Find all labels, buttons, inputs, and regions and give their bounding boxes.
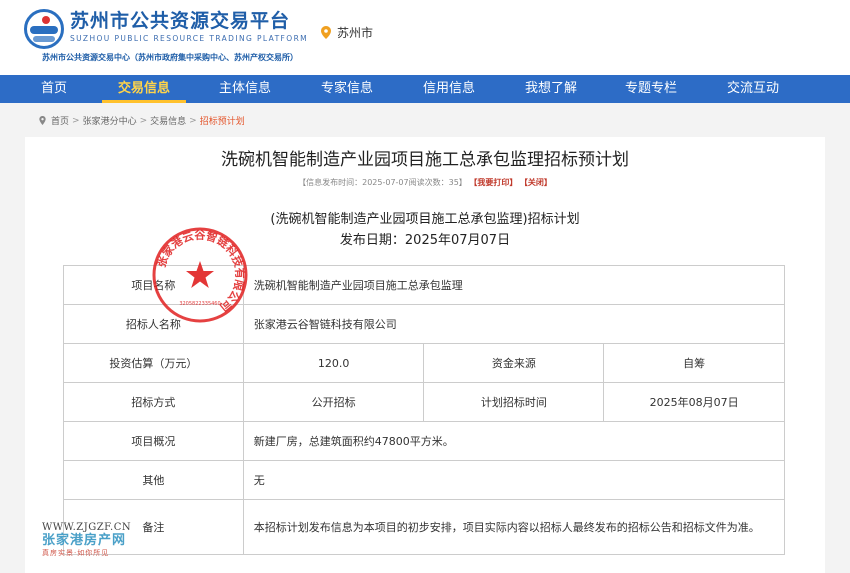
- plan-time-value: 2025年08月07日: [603, 382, 785, 422]
- breadcrumb-branch[interactable]: 张家港分中心: [83, 114, 137, 127]
- close-link[interactable]: 【关闭】: [520, 178, 552, 187]
- other-label: 其他: [63, 460, 244, 500]
- breadcrumb-separator: >: [139, 115, 148, 126]
- nav-item-interaction[interactable]: 交流互动: [716, 75, 790, 103]
- breadcrumb-separator: >: [189, 115, 197, 126]
- site-watermark: WWW.ZJGZF.CN 张家港房产网 真房实景·如你所见: [42, 522, 162, 566]
- watermark-url: WWW.ZJGZF.CN: [42, 522, 132, 533]
- publish-info: 【信息发布时间：2025-07-07阅读次数：35】: [298, 178, 467, 187]
- watermark-slogan: 真房实景·如你所见: [42, 549, 110, 557]
- logo-english-name: SUZHOU PUBLIC RESOURCE TRADING PLATFORM: [70, 34, 309, 43]
- project-name-label: 项目名称: [63, 265, 244, 305]
- tenderer-label: 招标人名称: [63, 304, 244, 344]
- location-icon: [39, 116, 46, 125]
- table-row: 投资估算（万元） 120.0 资金来源 自筹: [63, 343, 785, 383]
- city-selector[interactable]: 苏州市: [321, 24, 373, 41]
- logo-title: 苏州市公共资源交易平台: [70, 10, 291, 32]
- nav-item-home[interactable]: 首页: [24, 75, 84, 103]
- logo-subtitle: 苏州市公共资源交易中心（苏州市政府集中采购中心、苏州产权交易所）: [42, 53, 298, 62]
- project-name-value: 洗碗机智能制造产业园项目施工总承包监理: [242, 265, 786, 305]
- site-header: 苏州市公共资源交易平台 SUZHOU PUBLIC RESOURCE TRADI…: [0, 0, 850, 75]
- breadcrumb: 首页 > 张家港分中心 > 交易信息 > 招标预计划: [38, 114, 245, 127]
- plan-subtitle: (洗碗机智能制造产业园项目施工总承包监理)招标计划: [270, 212, 580, 227]
- table-row: 备注 本招标计划发布信息为本项目的初步安排，项目实际内容以招标人最终发布的招标公…: [63, 499, 786, 555]
- nav-item-credit-info[interactable]: 信用信息: [412, 75, 486, 103]
- watermark-name: 张家港房产网: [42, 533, 127, 548]
- overview-label: 项目概况: [63, 421, 244, 461]
- fund-source-label: 资金来源: [423, 343, 605, 383]
- page-title: 洗碗机智能制造产业园项目施工总承包监理招标预计划: [221, 150, 629, 170]
- overview-value: 新建厂房，总建筑面积约47800平方米。: [242, 421, 786, 461]
- investment-value: 120.0: [242, 343, 425, 383]
- main-nav: 首页 交易信息 主体信息 专家信息 信用信息 我想了解 专题专栏 交流互动: [0, 75, 850, 103]
- method-value: 公开招标: [242, 382, 425, 422]
- other-value: 无: [242, 460, 786, 500]
- breadcrumb-trading-info[interactable]: 交易信息: [150, 114, 186, 127]
- breadcrumb-current[interactable]: 招标预计划: [200, 114, 245, 127]
- city-name: 苏州市: [337, 26, 374, 40]
- article-meta: 【信息发布时间：2025-07-07阅读次数：35】 【我要打印】 【关闭】: [25, 177, 825, 188]
- site-logo[interactable]: 苏州市公共资源交易平台 SUZHOU PUBLIC RESOURCE TRADI…: [24, 9, 308, 49]
- remark-value: 本招标计划发布信息为本项目的初步安排，项目实际内容以招标人最终发布的招标公告和招…: [242, 499, 786, 555]
- investment-label: 投资估算（万元）: [63, 343, 244, 383]
- table-row: 其他 无: [63, 460, 786, 500]
- breadcrumb-separator: >: [72, 115, 80, 126]
- location-pin-icon: [321, 26, 331, 39]
- nav-item-trading-info[interactable]: 交易信息: [102, 75, 186, 103]
- table-row: 项目名称 洗碗机智能制造产业园项目施工总承包监理: [63, 265, 786, 305]
- table-row: 项目概况 新建厂房，总建筑面积约47800平方米。: [63, 421, 786, 461]
- table-row: 招标方式 公开招标 计划招标时间 2025年08月07日: [63, 382, 785, 422]
- method-label: 招标方式: [63, 382, 244, 422]
- breadcrumb-home[interactable]: 首页: [51, 114, 69, 127]
- fund-source-value: 自筹: [603, 343, 785, 383]
- publish-date: 发布日期：2025年07月07日: [339, 233, 511, 248]
- print-link[interactable]: 【我要打印】: [469, 178, 517, 187]
- logo-emblem-icon: [24, 9, 64, 49]
- nav-item-expert-info[interactable]: 专家信息: [310, 75, 384, 103]
- nav-item-entity-info[interactable]: 主体信息: [208, 75, 282, 103]
- nav-item-learn-more[interactable]: 我想了解: [514, 75, 588, 103]
- tender-plan-table: 项目名称 洗碗机智能制造产业园项目施工总承包监理 招标人名称 张家港云谷智链科技…: [63, 265, 786, 555]
- plan-time-label: 计划招标时间: [423, 382, 605, 422]
- table-row: 招标人名称 张家港云谷智链科技有限公司: [63, 304, 786, 344]
- article-panel: 洗碗机智能制造产业园项目施工总承包监理招标预计划 【信息发布时间：2025-07…: [25, 137, 825, 573]
- nav-item-special-column[interactable]: 专题专栏: [614, 75, 688, 103]
- tenderer-value: 张家港云谷智链科技有限公司: [242, 304, 786, 344]
